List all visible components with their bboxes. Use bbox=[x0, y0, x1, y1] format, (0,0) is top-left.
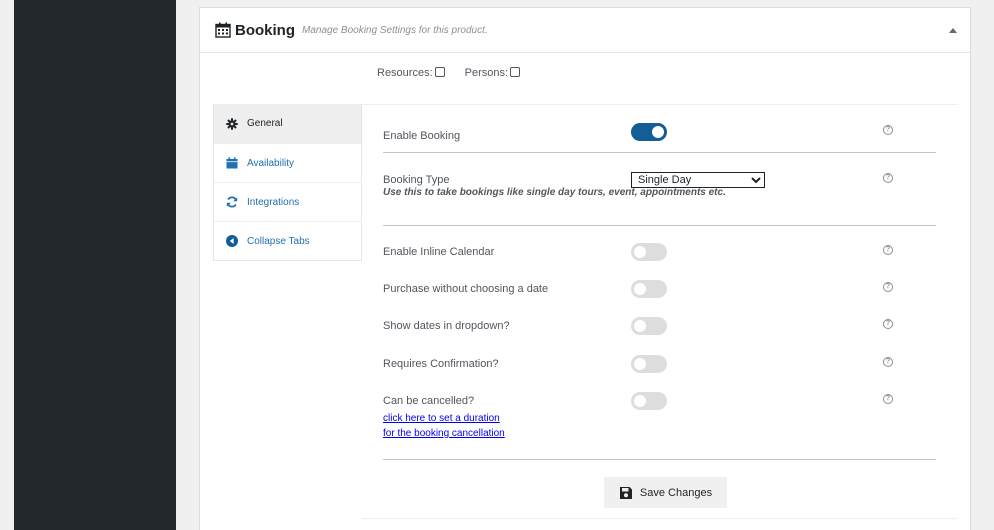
can-be-cancelled-label: Can be cancelled? bbox=[383, 395, 475, 407]
admin-sidebar bbox=[14, 0, 176, 530]
help-icon[interactable]: ? bbox=[883, 394, 893, 404]
calendar-icon bbox=[215, 22, 231, 38]
divider bbox=[362, 104, 957, 105]
tab-availability-label: Availability bbox=[247, 157, 295, 169]
help-icon[interactable]: ? bbox=[883, 173, 893, 183]
calendar-icon bbox=[226, 157, 238, 169]
divider bbox=[383, 225, 936, 226]
toggle-switch[interactable] bbox=[631, 280, 667, 298]
divider bbox=[383, 459, 936, 460]
toggle-switch[interactable] bbox=[631, 123, 667, 141]
collapse-left-icon bbox=[226, 235, 238, 247]
purchase-without-date-label: Purchase without choosing a date bbox=[383, 283, 549, 295]
toggle-switch[interactable] bbox=[631, 243, 667, 261]
cancellation-duration-link[interactable]: click here to set a duration for the boo… bbox=[383, 411, 505, 441]
toggle-switch[interactable] bbox=[631, 317, 667, 335]
booking-type-note: Use this to take bookings like single da… bbox=[383, 187, 726, 198]
persons-option[interactable]: Persons: bbox=[464, 66, 521, 79]
panel-header[interactable]: Booking Manage Booking Settings for this… bbox=[200, 8, 970, 53]
tab-general[interactable]: General bbox=[214, 104, 361, 143]
tab-availability[interactable]: Availability bbox=[214, 143, 361, 182]
divider bbox=[383, 152, 936, 153]
persons-label: Persons: bbox=[464, 67, 509, 79]
tab-general-label: General bbox=[247, 118, 283, 129]
tab-integrations[interactable]: Integrations bbox=[214, 182, 361, 221]
help-icon[interactable]: ? bbox=[883, 245, 893, 255]
purchase-without-date-toggle[interactable] bbox=[631, 280, 667, 298]
resources-option[interactable]: Resources: bbox=[377, 66, 445, 79]
toggle-switch[interactable] bbox=[631, 392, 667, 410]
booking-type-control: Single Day bbox=[631, 172, 765, 188]
panel-subtitle: Manage Booking Settings for this product… bbox=[302, 24, 488, 36]
tab-integrations-label: Integrations bbox=[247, 196, 300, 208]
collapse-arrow-icon[interactable] bbox=[949, 28, 957, 33]
save-changes-label: Save Changes bbox=[639, 486, 713, 499]
inline-calendar-toggle[interactable] bbox=[631, 243, 667, 261]
dates-dropdown-toggle[interactable] bbox=[631, 317, 667, 335]
help-icon[interactable]: ? bbox=[883, 282, 893, 292]
can-be-cancelled-toggle[interactable] bbox=[631, 392, 667, 410]
refresh-icon bbox=[226, 196, 238, 208]
enable-booking-toggle[interactable] bbox=[631, 123, 667, 141]
persons-checkbox[interactable] bbox=[510, 66, 521, 77]
booking-type-label: Booking Type bbox=[383, 174, 450, 186]
enable-booking-label: Enable Booking bbox=[383, 130, 461, 142]
resources-checkbox[interactable] bbox=[434, 66, 445, 77]
link-line-1[interactable]: click here to set a duration bbox=[383, 411, 505, 426]
gear-icon bbox=[226, 117, 238, 130]
inline-calendar-label: Enable Inline Calendar bbox=[383, 246, 495, 258]
page: Booking Manage Booking Settings for this… bbox=[0, 0, 994, 530]
booking-tabs: General Availability Integrations Collap… bbox=[213, 104, 362, 261]
help-icon[interactable]: ? bbox=[883, 319, 893, 329]
help-icon[interactable]: ? bbox=[883, 357, 893, 367]
tab-collapse-label: Collapse Tabs bbox=[247, 235, 310, 247]
help-icon[interactable]: ? bbox=[883, 125, 893, 135]
requires-confirmation-toggle[interactable] bbox=[631, 355, 667, 373]
divider bbox=[362, 518, 957, 519]
floppy-disk-icon bbox=[619, 486, 632, 499]
product-options: Resources: Persons: bbox=[377, 66, 521, 79]
link-line-2[interactable]: for the booking cancellation bbox=[383, 426, 505, 441]
toggle-switch[interactable] bbox=[631, 355, 667, 373]
panel-title: Booking bbox=[235, 21, 295, 39]
requires-confirmation-label: Requires Confirmation? bbox=[383, 358, 499, 370]
resources-label: Resources: bbox=[377, 67, 433, 79]
dates-dropdown-label: Show dates in dropdown? bbox=[383, 320, 510, 332]
booking-type-select[interactable]: Single Day bbox=[631, 172, 765, 188]
save-changes-button[interactable]: Save Changes bbox=[604, 477, 727, 508]
booking-panel: Booking Manage Booking Settings for this… bbox=[199, 7, 971, 530]
tab-collapse[interactable]: Collapse Tabs bbox=[214, 221, 361, 260]
